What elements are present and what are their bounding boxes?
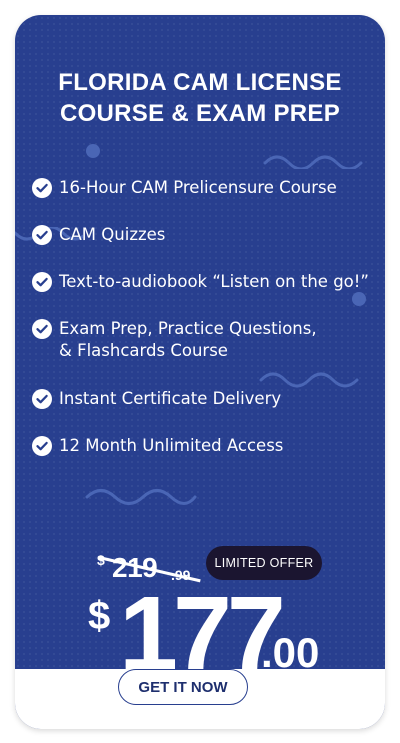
check-circle-icon	[32, 319, 52, 339]
check-circle-icon	[32, 436, 52, 456]
decor-wave-right	[259, 372, 359, 388]
pricing-card: FLORIDA CAM LICENSE COURSE & EXAM PREP 1…	[15, 15, 385, 729]
feature-item: 16-Hour CAM Prelicensure Course	[32, 177, 337, 199]
decor-dot-top-left	[86, 144, 100, 158]
feature-item: 12 Month Unlimited Access	[32, 435, 283, 457]
check-circle-icon	[32, 178, 52, 198]
feature-text-line: 12 Month Unlimited Access	[59, 436, 284, 455]
feature-item: CAM Quizzes	[32, 224, 165, 246]
feature-text-line: & Flashcards Course	[59, 341, 228, 360]
course-title-line-2: COURSE & EXAM PREP	[59, 100, 341, 127]
feature-text-line: CAM Quizzes	[59, 225, 166, 244]
decor-wave-bottom	[85, 489, 197, 505]
feature-text: Text-to-audiobook “Listen on the go!”	[59, 271, 369, 293]
feature-text-line: Instant Certificate Delivery	[59, 389, 282, 408]
decor-dot-right	[352, 292, 366, 306]
check-circle-icon	[32, 389, 52, 409]
course-title-line-1: FLORIDA CAM LICENSE	[58, 69, 342, 96]
check-circle-icon	[32, 272, 52, 292]
new-price-currency: $	[88, 594, 111, 638]
get-it-now-button[interactable]: GET IT NOW	[118, 669, 248, 705]
feature-item: Instant Certificate Delivery	[32, 388, 281, 410]
new-price-cents: .00	[261, 629, 320, 676]
feature-text: Exam Prep, Practice Questions, & Flashca…	[59, 318, 317, 362]
feature-text: Instant Certificate Delivery	[59, 388, 281, 410]
feature-text-line: Exam Prep, Practice Questions,	[59, 319, 317, 338]
feature-item: Text-to-audiobook “Listen on the go!”	[32, 271, 369, 293]
check-circle-icon	[32, 225, 52, 245]
feature-text-line: Text-to-audiobook “Listen on the go!”	[59, 272, 369, 291]
feature-text-line: 16-Hour CAM Prelicensure Course	[59, 178, 337, 197]
decor-wave-top-right	[263, 155, 363, 169]
feature-text: 16-Hour CAM Prelicensure Course	[59, 177, 337, 199]
feature-text: CAM Quizzes	[59, 224, 165, 246]
course-title: FLORIDA CAM LICENSE COURSE & EXAM PREP	[15, 67, 385, 129]
feature-item: Exam Prep, Practice Questions, & Flashca…	[32, 318, 317, 362]
feature-text: 12 Month Unlimited Access	[59, 435, 283, 457]
